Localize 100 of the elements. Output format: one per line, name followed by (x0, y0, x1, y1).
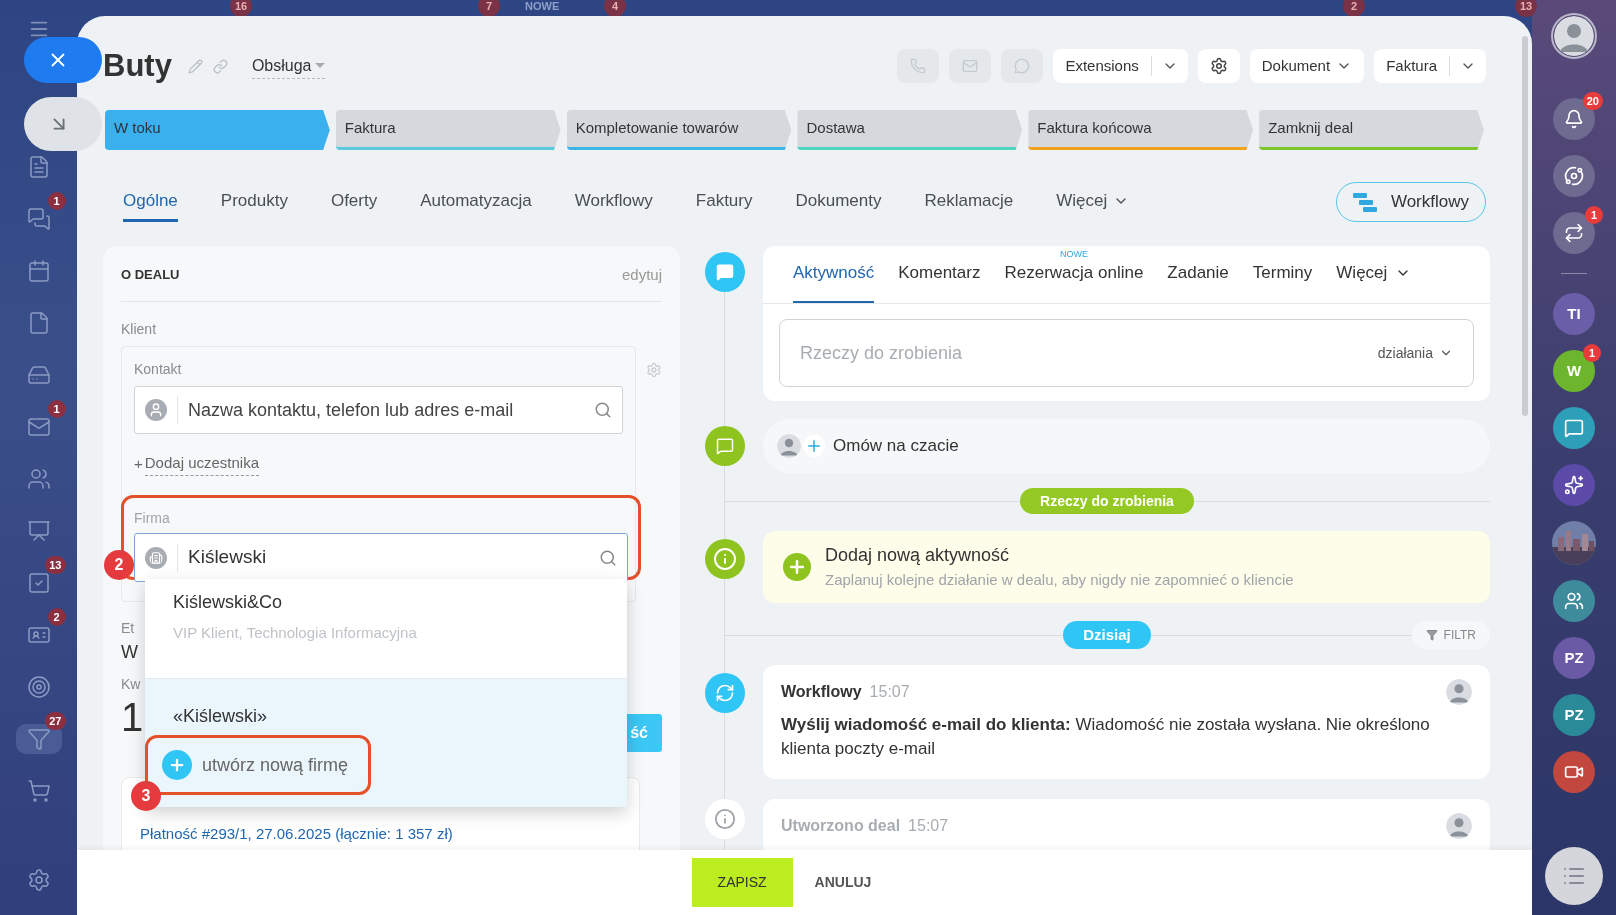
company-field[interactable]: Kiślewski (134, 533, 628, 582)
category-dropdown[interactable]: Obsługa (251, 53, 326, 79)
tab[interactable]: Aktywność (793, 246, 875, 303)
sidebar-button[interactable] (1553, 407, 1595, 449)
document-button[interactable]: Dokument (1249, 49, 1365, 83)
tab[interactable]: Komentarz (898, 246, 981, 303)
contact-field[interactable]: Nazwa kontaktu, telefon lub adres e-mail (134, 386, 624, 434)
sidebar-item[interactable] (15, 724, 62, 754)
tab[interactable]: Terminy (1252, 246, 1313, 303)
section-divider-label: Rzeczy do zrobienia (1020, 488, 1194, 514)
orbit-icon (1564, 166, 1584, 186)
actions-dropdown[interactable]: działania (1377, 342, 1453, 364)
count-badge: 20 (1582, 92, 1603, 110)
new-label: NOWE (524, 0, 561, 14)
settings-button[interactable] (1197, 49, 1240, 83)
field-label: Kw (121, 675, 141, 694)
contact-avatar[interactable]: TI (1553, 293, 1595, 335)
stage-step[interactable]: Dostawa (797, 110, 1023, 150)
funnel-icon (26, 727, 51, 751)
stage-step[interactable]: W toku (105, 110, 330, 150)
stage-step[interactable]: Kompletowanie towarów (566, 110, 792, 150)
calendar-icon (26, 259, 51, 283)
comment-icon (705, 252, 745, 292)
tab[interactable]: Workflowy (574, 182, 653, 222)
button-label[interactable]: Extensions (1053, 54, 1151, 78)
settings-icon (26, 868, 51, 892)
split-button[interactable]: Extensions (1053, 49, 1188, 83)
count-badge: 1 (47, 400, 66, 418)
mail-icon (26, 415, 51, 439)
section-title: O DEALU (121, 266, 180, 285)
cancel-button[interactable]: ANULUJ (808, 858, 878, 907)
drive-icon (26, 363, 51, 387)
avatar-icon (1446, 679, 1472, 705)
activity-title: Utworzono deal (781, 816, 901, 836)
step-marker: 2 (104, 550, 134, 580)
stage-step[interactable]: Zamknij deal (1259, 110, 1484, 150)
company-description: VIP Klient, Technologia Informacyjna (173, 623, 418, 643)
users-icon (26, 467, 51, 491)
split-button[interactable]: Faktura (1374, 49, 1486, 83)
tab[interactable]: Reklamacje (924, 182, 1014, 222)
contact-input[interactable]: Nazwa kontaktu, telefon lub adres e-mail (188, 396, 595, 424)
minimize-button[interactable] (24, 97, 102, 151)
chat-prompt-row[interactable]: Omów na czacie (763, 419, 1490, 473)
tab[interactable]: Faktury (695, 182, 753, 222)
link-icon[interactable] (212, 58, 228, 74)
count-badge: 13 (1515, 0, 1538, 17)
plus-icon (803, 435, 825, 457)
contact-avatar[interactable]: PZ (1553, 694, 1595, 736)
phone-icon (910, 58, 927, 74)
sidebar-button[interactable] (1553, 212, 1595, 254)
count-badge: 1 (47, 192, 66, 210)
tab[interactable]: Ogólne (123, 182, 178, 222)
avatar-icon (1554, 16, 1594, 56)
deal-title: Buty (103, 46, 172, 85)
search-icon[interactable] (594, 401, 613, 419)
contact-avatar[interactable]: PZ (1553, 637, 1595, 679)
add-activity-card[interactable]: Dodaj nową aktywność Zaplanuj kolejne działanie w dealu, aby nigdy nie zapomnieć o kliencie (763, 531, 1490, 603)
close-button[interactable] (24, 37, 102, 83)
count-badge: 2 (47, 608, 66, 626)
tab[interactable]: Więcej (1056, 182, 1130, 222)
sidebar-button[interactable] (1553, 155, 1595, 197)
save-button[interactable]: ZAPISZ (691, 858, 793, 907)
workflow-icon (705, 673, 745, 713)
todo-input[interactable]: Rzeczy do zrobienia (800, 339, 1378, 367)
tab[interactable]: Zadanie (1167, 246, 1229, 303)
person-icon (145, 399, 167, 421)
sidebar-button[interactable] (1553, 751, 1595, 793)
caret-icon (315, 63, 326, 68)
tab[interactable]: Oferty (330, 182, 378, 222)
add-participant-link[interactable]: Dodaj uczestnika (144, 452, 259, 476)
field-label: Et (121, 619, 135, 638)
todo-field[interactable]: Rzeczy do zrobienia działania (779, 319, 1474, 387)
chat-icon (26, 207, 51, 231)
tab[interactable]: Dokumenty (795, 182, 882, 222)
plus-icon (162, 750, 192, 780)
filter-icon (1425, 629, 1438, 641)
search-icon[interactable] (599, 548, 617, 567)
tab[interactable]: NOWE Rezerwacja online (1004, 246, 1144, 303)
info-icon (705, 799, 745, 839)
avatar-icon (777, 434, 801, 458)
chat-prompt: Omów na czacie (833, 435, 959, 458)
chat-icon (1564, 418, 1584, 438)
chat-icon (705, 426, 745, 466)
create-company-button[interactable]: utwórz nową firmę (162, 750, 349, 780)
company-name: Kiślewski&Co (173, 591, 284, 614)
stage-step[interactable]: Faktura (335, 110, 561, 150)
settings-icon (1209, 57, 1228, 75)
company-input[interactable]: Kiślewski (188, 543, 599, 572)
tab[interactable]: Automatyzacja (420, 182, 532, 222)
sidebar-button[interactable] (1553, 580, 1595, 622)
new-label: NOWE (1059, 248, 1088, 261)
stage-step[interactable]: Faktura końcowa (1028, 110, 1254, 150)
field-label: Firma (134, 509, 171, 528)
add-activity-subtitle: Zaplanuj kolejne działanie w dealu, aby nigdy nie zapomnieć o kliencie (825, 570, 1294, 591)
tab[interactable]: Więcej (1336, 246, 1412, 303)
menu-button[interactable] (1545, 847, 1603, 905)
tab[interactable]: Produkty (220, 182, 288, 222)
button-label[interactable]: Faktura (1374, 54, 1449, 78)
sidebar-button[interactable] (1553, 464, 1595, 506)
payment-link[interactable]: Płatność #293/1, 27.06.2025 (łącznie: 1 357 zł) (140, 825, 453, 842)
